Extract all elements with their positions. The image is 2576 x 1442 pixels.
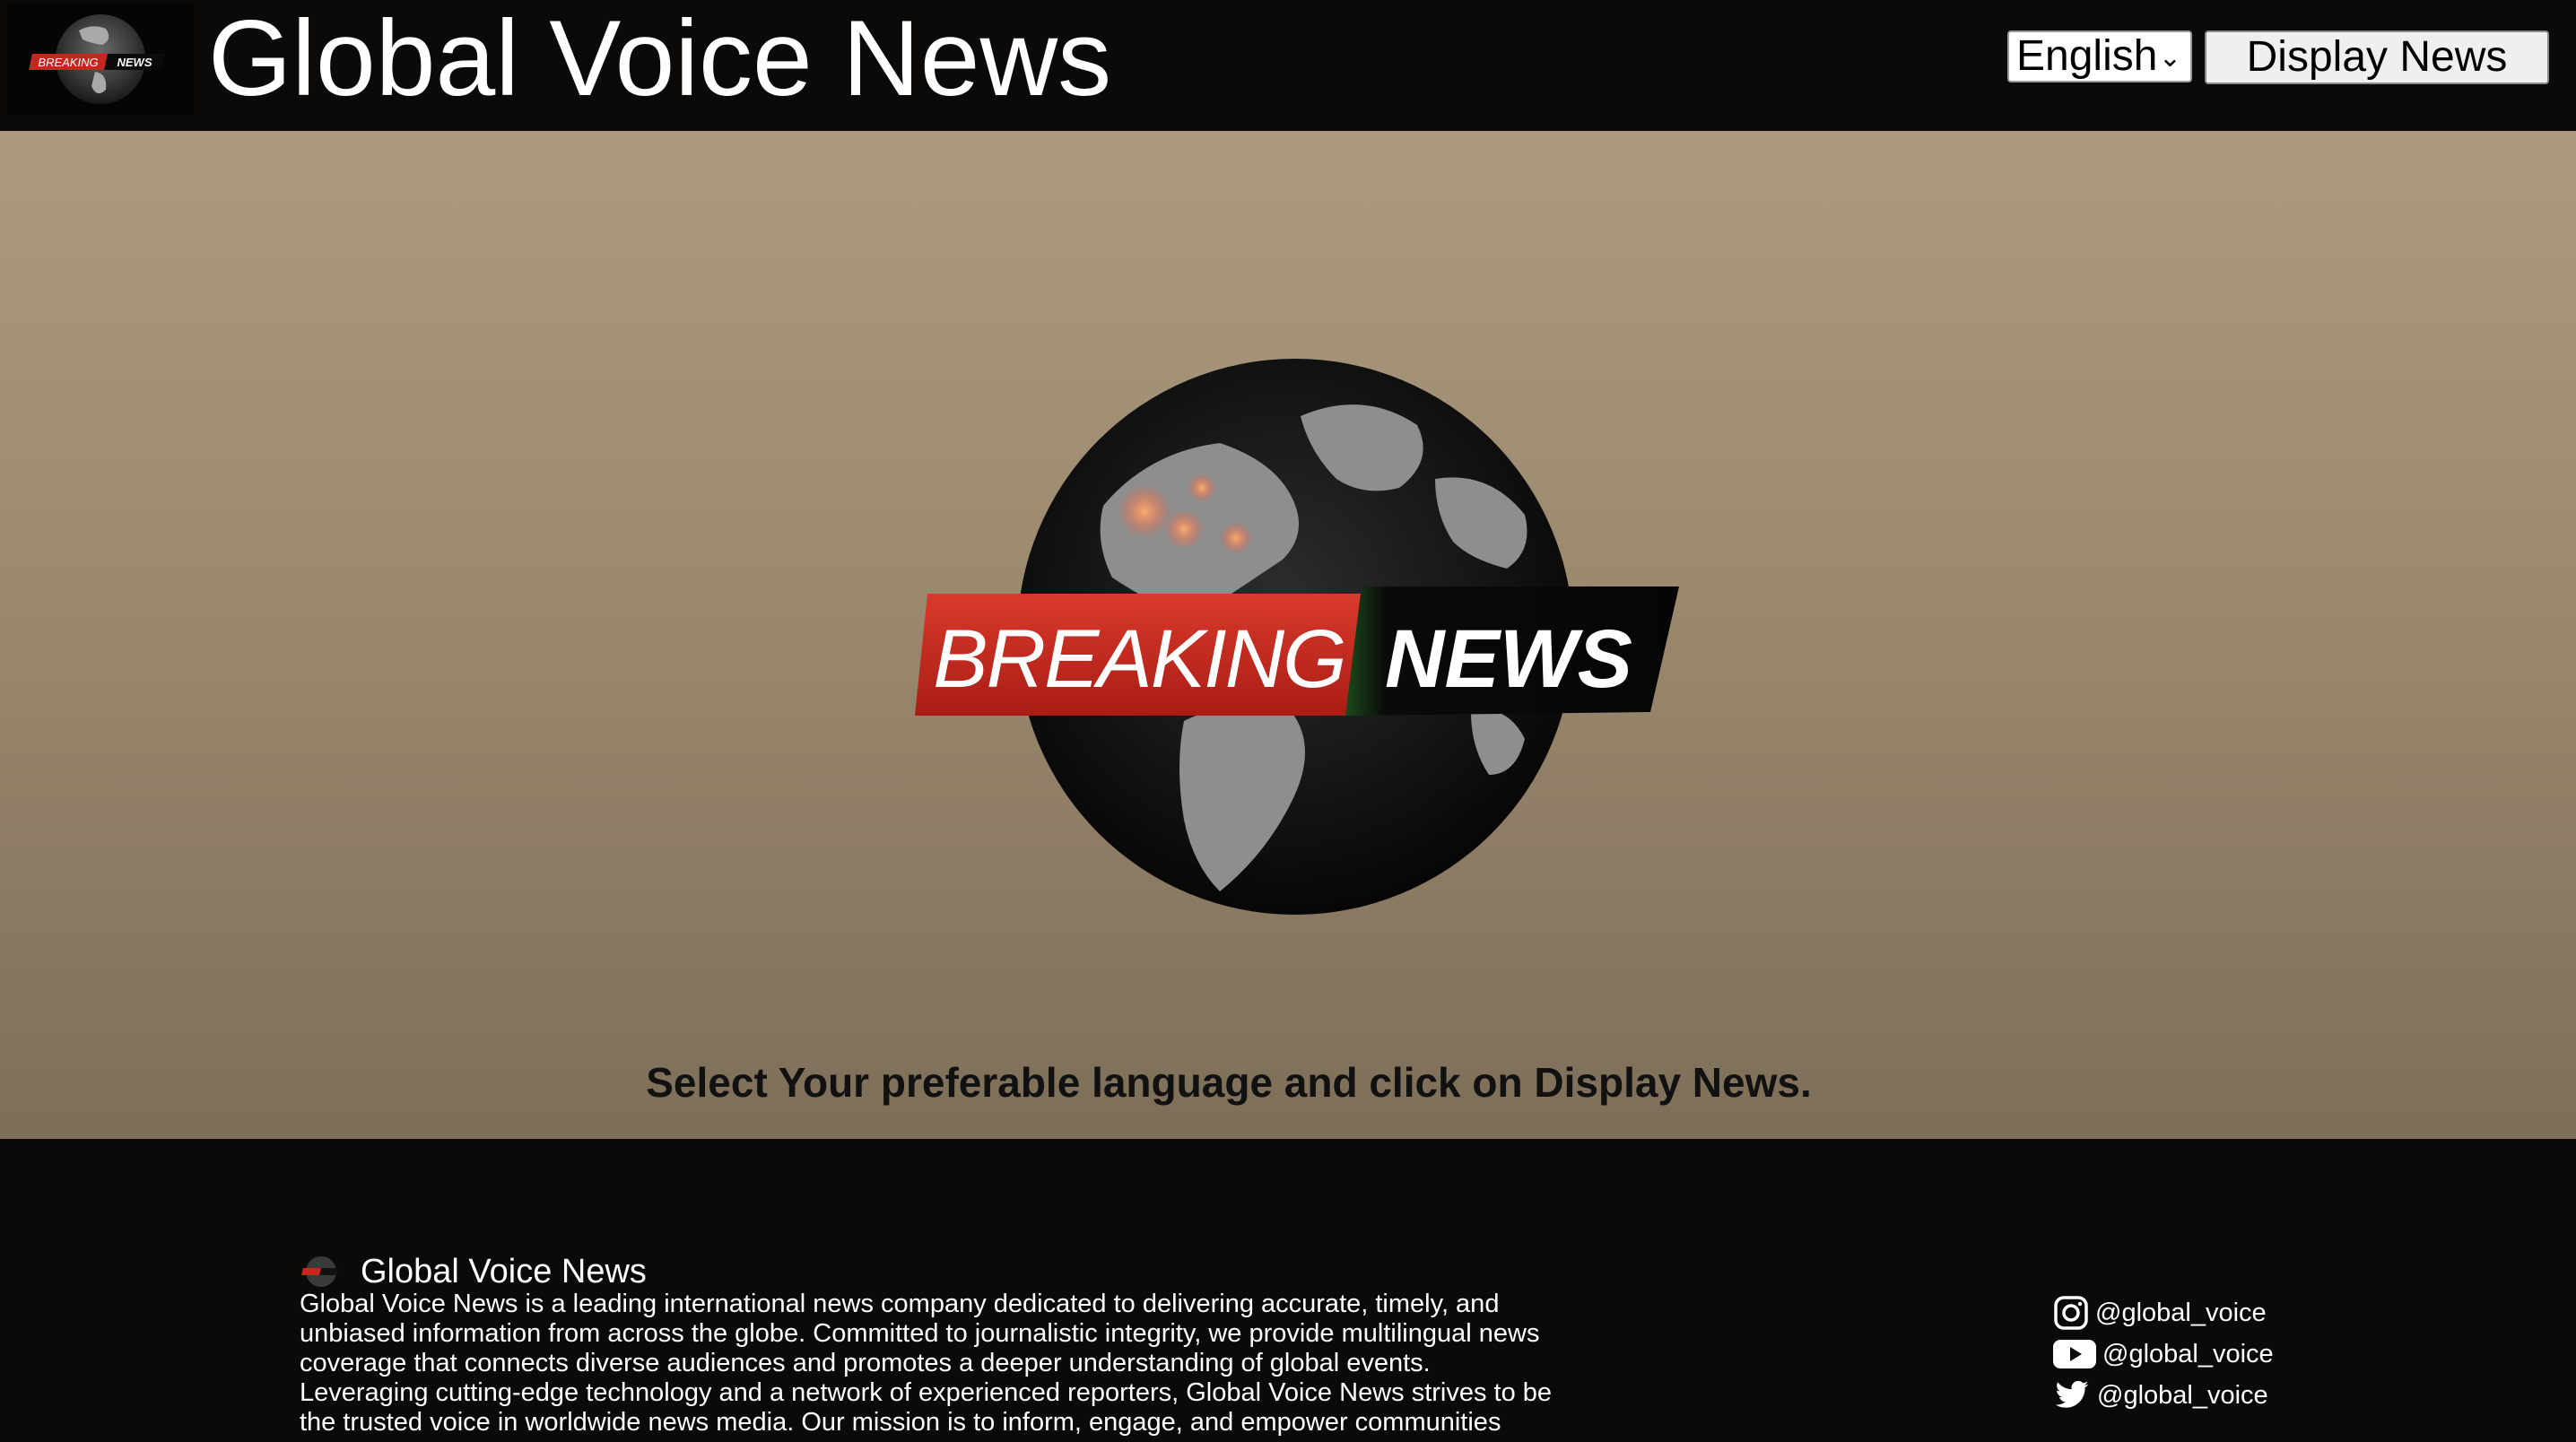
instagram-icon xyxy=(2054,1296,2088,1330)
chevron-down-icon: ⌄ xyxy=(2158,43,2181,73)
site-title: Global Voice News xyxy=(208,0,1112,118)
footer-description: Global Voice News is a leading internati… xyxy=(300,1290,1553,1437)
logo-text-breaking: BREAKING xyxy=(38,56,98,69)
instagram-handle: @global_voice xyxy=(2095,1298,2267,1327)
display-news-button[interactable]: Display News xyxy=(2205,30,2549,84)
social-youtube[interactable]: @global_voice xyxy=(2052,1334,2274,1374)
site-header: BREAKING NEWS Global Voice News English … xyxy=(0,0,2576,131)
youtube-icon xyxy=(2053,1340,2096,1368)
language-select[interactable]: English ⌄ xyxy=(2007,30,2192,83)
banner-text-breaking: BREAKING xyxy=(933,613,1345,705)
banner-text-news: NEWS xyxy=(1385,613,1632,705)
footer-brand: Global Voice News xyxy=(300,1250,647,1293)
language-select-value: English xyxy=(2016,32,2158,80)
footer-logo-icon xyxy=(301,1256,339,1287)
twitter-handle: @global_voice xyxy=(2097,1380,2268,1410)
site-logo[interactable]: BREAKING NEWS xyxy=(7,4,194,115)
site-footer: Global Voice News Global Voice News is a… xyxy=(0,1139,2576,1442)
twitter-icon xyxy=(2055,1380,2089,1408)
social-twitter[interactable]: @global_voice xyxy=(2052,1376,2268,1415)
logo-text-news: NEWS xyxy=(117,56,152,69)
hero-section: BREAKING NEWS Select Your preferable lan… xyxy=(0,131,2576,1139)
breaking-news-logo-graphic: BREAKING NEWS xyxy=(29,14,165,104)
footer-brand-name: Global Voice News xyxy=(361,1252,647,1290)
breaking-news-globe-image: BREAKING NEWS xyxy=(915,359,1679,915)
instruction-text: Select Your preferable language and clic… xyxy=(646,1059,1812,1106)
youtube-handle: @global_voice xyxy=(2102,1339,2274,1368)
social-instagram[interactable]: @global_voice xyxy=(2052,1293,2267,1333)
